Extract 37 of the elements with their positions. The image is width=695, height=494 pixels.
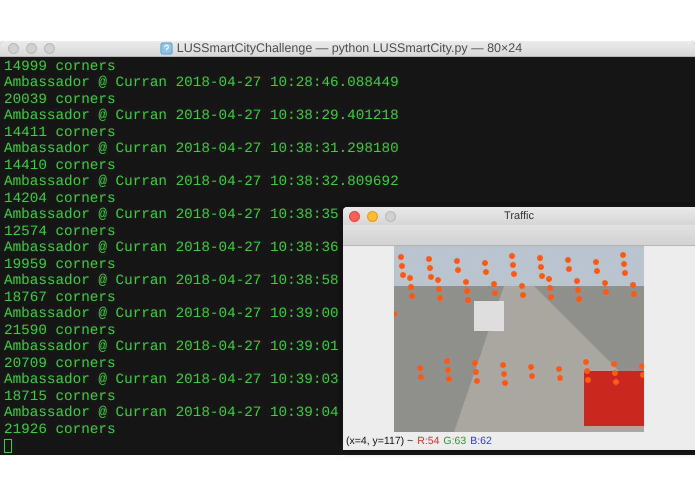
terminal-line: 14204 corners	[4, 190, 116, 207]
terminal-line: Ambassador @ Curran 2018-04-27 10:38:29.401218	[4, 108, 399, 124]
terminal-line: 14999 corners	[4, 58, 116, 75]
status-text: R:54	[417, 435, 440, 447]
terminal-line: 21590 corners	[4, 322, 116, 339]
minimize-icon[interactable]	[367, 210, 378, 222]
close-icon[interactable]	[8, 42, 19, 54]
terminal-line: Ambassador @ Curran 2018-04-27 10:39:00	[4, 306, 339, 322]
terminal-line: Ambassador @ Curran 2018-04-27 10:39:04	[4, 405, 339, 422]
terminal-line: Ambassador @ Curran 2018-04-27 10:38:31.298180	[4, 141, 399, 158]
terminal-line: 18767 corners	[4, 290, 116, 306]
minimize-icon[interactable]	[26, 42, 37, 54]
document-icon	[160, 42, 173, 55]
terminal-line: 21926 corners	[4, 422, 116, 438]
window-title: Traffic	[504, 210, 534, 222]
status-text: (x=4, y=117) ~	[346, 435, 414, 447]
terminal-line: Ambassador @ Curran 2018-04-27 10:38:58	[4, 273, 339, 290]
terminal-line: 12574 corners	[4, 224, 116, 240]
terminal-line: Ambassador @ Curran 2018-04-27 10:38:32.809692	[4, 174, 399, 190]
zoom-icon[interactable]	[44, 42, 55, 54]
terminal-line: Ambassador @ Curran 2018-04-27 10:39:03	[4, 372, 339, 388]
status-text: G:63	[443, 435, 466, 447]
text-cursor	[4, 439, 12, 453]
terminal-line: Ambassador @ Curran 2018-04-27 10:28:46.088449	[4, 75, 399, 92]
status-text: B:62	[470, 435, 492, 447]
terminal-line: 18715 corners	[4, 388, 116, 405]
terminal-line: Ambassador @ Curran 2018-04-27 10:39:01	[4, 339, 339, 356]
zoom-icon[interactable]	[385, 210, 396, 222]
terminal-line: Ambassador @ Curran 2018-04-27 10:38:36	[4, 240, 339, 256]
terminal-line: 20039 corners	[4, 92, 116, 108]
terminal-line: 19959 corners	[4, 256, 116, 273]
window-title: LUSSmartCityChallenge — python LUSSmartCity.py — 80×24	[176, 41, 522, 56]
terminal-line: 20709 corners	[4, 356, 116, 372]
terminal-line: 14410 corners	[4, 158, 116, 174]
close-icon[interactable]	[349, 210, 360, 222]
terminal-line: 14411 corners	[4, 124, 116, 141]
terminal-line: Ambassador @ Curran 2018-04-27 10:38:35	[4, 207, 339, 224]
